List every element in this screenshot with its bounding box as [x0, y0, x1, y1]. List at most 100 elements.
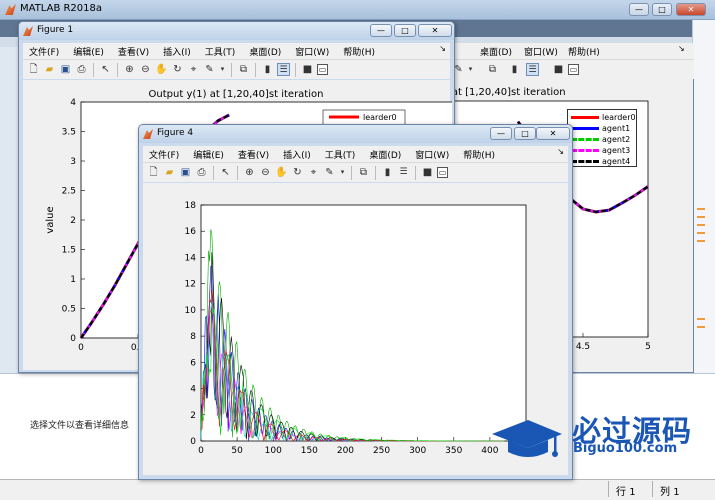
figure-1-minimize-button[interactable]: —: [370, 24, 392, 37]
zoom-out-icon[interactable]: ⊖: [259, 166, 272, 179]
menu-insert[interactable]: 插入(I): [163, 45, 191, 58]
zoom-out-icon[interactable]: ⊖: [139, 63, 152, 76]
matlab-minimize-button[interactable]: —: [629, 3, 649, 16]
pointer-icon[interactable]: ↖: [99, 63, 112, 76]
figure-1-ytick-label: 2: [70, 216, 76, 226]
matlab-titlebar: [0, 0, 715, 20]
show-tools-icon[interactable]: ▭: [317, 64, 328, 75]
hide-tools-icon[interactable]: ■: [552, 63, 565, 76]
menu-window[interactable]: 窗口(W): [524, 45, 558, 58]
legend-right-item: agent3: [571, 145, 630, 155]
menu-view[interactable]: 查看(V): [118, 45, 149, 58]
print-icon[interactable]: ⎙: [195, 166, 208, 179]
figure-1-ytick-label: 1: [70, 275, 76, 285]
status-col-indicator: 列 1: [660, 483, 680, 498]
print-icon[interactable]: ⎙: [75, 63, 88, 76]
menu-file[interactable]: 文件(F): [149, 148, 179, 161]
show-tools-icon[interactable]: ▭: [568, 64, 579, 75]
open-folder-icon[interactable]: ▰: [163, 166, 176, 179]
menu-overflow-icon[interactable]: ↘: [439, 44, 446, 53]
menu-edit[interactable]: 编辑(E): [73, 45, 104, 58]
figure-4-ytick-label: 18: [185, 201, 197, 211]
watermark-url: Biguo100.com: [573, 441, 678, 456]
dropdown-arrow-icon[interactable]: ▾: [339, 166, 346, 179]
figure-1-titlebar[interactable]: Figure 1 — □ ✕: [19, 22, 454, 40]
figure-4-titlebar[interactable]: Figure 4 — □ ✕: [139, 125, 572, 143]
colorbar-icon[interactable]: ▮: [508, 63, 521, 76]
menu-window[interactable]: 窗口(W): [295, 45, 329, 58]
matlab-close-button[interactable]: ✕: [676, 3, 706, 16]
menu-overflow-icon[interactable]: ↘: [557, 147, 564, 156]
save-icon[interactable]: ▣: [179, 166, 192, 179]
link-plot-icon[interactable]: ⧉: [486, 63, 499, 76]
figure-4-maximize-button[interactable]: □: [514, 127, 536, 140]
figure-4-close-button[interactable]: ✕: [536, 127, 570, 140]
legend-right-item: agent4: [571, 156, 630, 166]
menu-edit[interactable]: 编辑(E): [193, 148, 224, 161]
menu-insert[interactable]: 插入(I): [283, 148, 311, 161]
workspace-marker: [697, 224, 705, 226]
legend-icon[interactable]: ☰: [397, 166, 410, 179]
figure-4-ytick-label: 4: [190, 385, 196, 395]
figure-4-xtick-label: 100: [265, 446, 282, 456]
figure-1-ytick-label: 0: [70, 334, 76, 344]
dropdown-arrow-icon[interactable]: ▾: [464, 63, 477, 76]
menu-help[interactable]: 帮助(H): [463, 148, 495, 161]
data-cursor-icon[interactable]: ⌖: [187, 63, 200, 76]
menu-tools[interactable]: 工具(T): [325, 148, 356, 161]
figure-1-ytick-label: 1.5: [62, 246, 76, 256]
legend-right-label: agent1: [602, 123, 631, 133]
menu-help[interactable]: 帮助(H): [568, 45, 600, 58]
menu-view[interactable]: 查看(V): [238, 148, 269, 161]
menu-overflow-icon[interactable]: ↘: [678, 44, 685, 53]
link-plot-icon[interactable]: ⧉: [357, 166, 370, 179]
new-file-icon[interactable]: 🗋: [147, 166, 160, 179]
figure-1-maximize-button[interactable]: □: [394, 24, 416, 37]
pan-hand-icon[interactable]: ✋: [275, 166, 288, 179]
zoom-in-icon[interactable]: ⊕: [123, 63, 136, 76]
link-plot-icon[interactable]: ⧉: [237, 63, 250, 76]
brush-icon[interactable]: ✎: [323, 166, 336, 179]
open-folder-icon[interactable]: ▰: [43, 63, 56, 76]
legend-icon[interactable]: ☰: [277, 63, 290, 76]
menu-window[interactable]: 窗口(W): [415, 148, 449, 161]
dropdown-arrow-icon[interactable]: ▾: [219, 63, 226, 76]
legend-icon[interactable]: ☰: [526, 63, 539, 76]
colorbar-icon[interactable]: ▮: [261, 63, 274, 76]
data-cursor-icon[interactable]: ⌖: [307, 166, 320, 179]
save-icon[interactable]: ▣: [59, 63, 72, 76]
figure-4-ytick-label: 12: [185, 280, 196, 290]
figure-1-right-xtick-label: 5: [645, 342, 651, 352]
toolbar-separator: [351, 165, 352, 180]
rotate-3d-icon[interactable]: ↻: [171, 63, 184, 76]
menu-desktop[interactable]: 桌面(D): [249, 45, 281, 58]
legend-right-item: agent1: [571, 123, 630, 133]
show-tools-icon[interactable]: ▭: [437, 167, 448, 178]
menu-tools[interactable]: 工具(T): [205, 45, 236, 58]
hide-tools-icon[interactable]: ■: [301, 63, 314, 76]
figure-1-close-button[interactable]: ✕: [418, 24, 452, 37]
brush-icon[interactable]: ✎: [203, 63, 216, 76]
figure-1-legend-right[interactable]: learder0 agent1 agent2 agent3 agent4: [567, 109, 637, 167]
figure-4-ytick-label: 10: [185, 306, 197, 316]
legend-right-label: agent4: [602, 156, 631, 166]
new-file-icon[interactable]: 🗋: [27, 63, 40, 76]
matlab-maximize-button[interactable]: □: [652, 3, 672, 16]
pointer-icon[interactable]: ↖: [219, 166, 232, 179]
menu-desktop[interactable]: 桌面(D): [369, 148, 401, 161]
menu-help[interactable]: 帮助(H): [343, 45, 375, 58]
pan-hand-icon[interactable]: ✋: [155, 63, 168, 76]
toolbar-separator: [231, 62, 232, 77]
menu-file[interactable]: 文件(F): [29, 45, 59, 58]
menu-desktop[interactable]: 桌面(D): [480, 45, 512, 58]
hide-tools-icon[interactable]: ■: [421, 166, 434, 179]
zoom-in-icon[interactable]: ⊕: [243, 166, 256, 179]
legend-right-label: agent3: [602, 145, 631, 155]
figure-1-ytick-label: 3: [70, 157, 76, 167]
figure-4-ytick-label: 0: [190, 437, 196, 447]
colorbar-icon[interactable]: ▮: [381, 166, 394, 179]
rotate-3d-icon[interactable]: ↻: [291, 166, 304, 179]
details-placeholder-text: 选择文件以查看详细信息: [30, 421, 130, 431]
figure-4-axes: 0246810121416180 50 100 150 200 250 300 350 400: [185, 201, 527, 456]
figure-4-minimize-button[interactable]: —: [490, 127, 512, 140]
